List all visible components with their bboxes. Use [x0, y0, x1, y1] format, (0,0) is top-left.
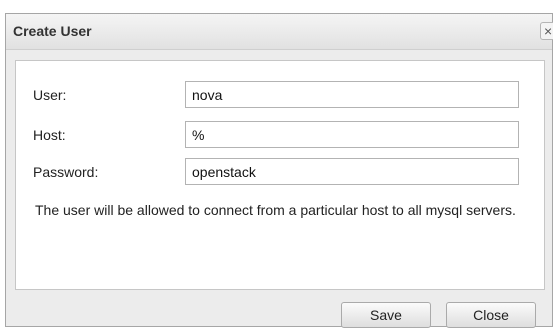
host-row: Host: [16, 121, 544, 151]
password-field[interactable] [185, 158, 519, 185]
save-button[interactable]: Save [341, 302, 431, 328]
user-field[interactable] [185, 81, 519, 108]
close-button[interactable]: Close [446, 302, 536, 328]
password-row: Password: [16, 158, 544, 188]
form-panel: User: Host: Password: The user will be a… [15, 60, 545, 290]
host-field[interactable] [185, 121, 519, 148]
close-icon[interactable]: × [540, 22, 553, 40]
host-label: Host: [33, 127, 66, 143]
create-user-dialog: Create User × User: Host: Password: The … [5, 13, 553, 328]
password-label: Password: [33, 164, 99, 180]
dialog-titlebar: Create User × [6, 14, 553, 50]
dialog-title: Create User [13, 23, 92, 39]
host-access-note: The user will be allowed to connect from… [35, 202, 516, 218]
user-row: User: [16, 81, 544, 111]
user-label: User: [33, 87, 67, 103]
